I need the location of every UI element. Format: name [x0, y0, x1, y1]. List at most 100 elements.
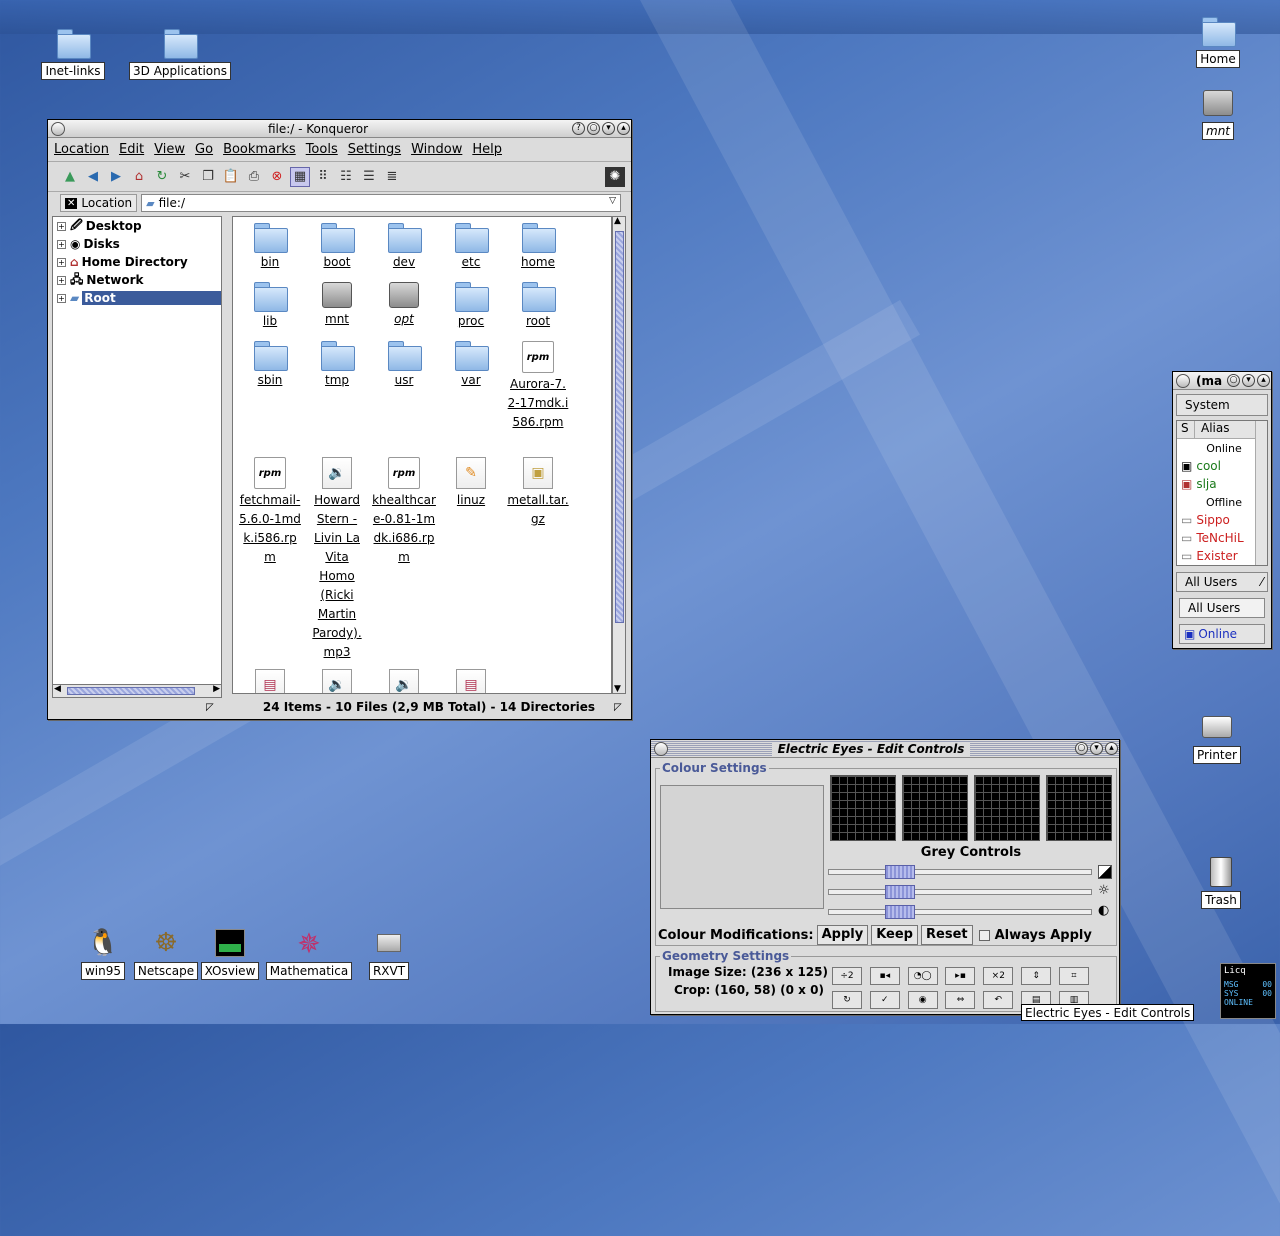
tree-horizontal-scrollbar[interactable]: ◀ ▶ [52, 684, 222, 698]
desktop-icon-printer[interactable]: Printer [1162, 710, 1272, 764]
print-icon[interactable]: ⎙ [244, 167, 264, 187]
file-item-home[interactable]: home [505, 223, 571, 272]
current-group-field[interactable]: All Users [1179, 598, 1265, 618]
kde-gear-icon[interactable]: ✺ [605, 166, 625, 187]
view-eye-icon[interactable]: ◉ [907, 991, 938, 1009]
scale-half-icon[interactable]: ÷2 [832, 967, 862, 985]
desktop-icon-trash[interactable]: Trash [1166, 855, 1276, 909]
help-button[interactable]: ? [572, 122, 585, 135]
file-item-boot[interactable]: boot [304, 223, 370, 272]
rotate-icon[interactable]: ◔◯ [907, 967, 938, 985]
menu-bookmarks[interactable]: Bookmarks [223, 142, 296, 157]
file-item-partial[interactable]: 🔉 [304, 669, 370, 693]
file-item-partial[interactable]: ▤ [438, 669, 504, 693]
up-arrow-icon[interactable]: ▲ [60, 167, 80, 187]
menu-window[interactable]: Window [411, 142, 462, 157]
tree-item-network[interactable]: + 🖧 Network [53, 271, 221, 289]
gamma-slider[interactable] [828, 865, 1092, 879]
menu-edit[interactable]: Edit [119, 142, 144, 157]
paste-icon[interactable]: 📋 [221, 167, 241, 187]
tree-item-disks[interactable]: + ◉ Disks [53, 235, 221, 253]
maximize-button[interactable]: ▴ [617, 122, 630, 135]
maximize-button[interactable]: ▴ [1104, 742, 1118, 755]
desktop-icon-mnt[interactable]: mnt [1163, 86, 1273, 140]
electric-eyes-titlebar[interactable]: Electric Eyes - Edit Controls ○ ▾ ▴ [651, 740, 1119, 758]
file-item-etc[interactable]: etc [438, 223, 504, 272]
konqueror-titlebar[interactable]: file:/ - Konqueror ? ○ ▾ ▴ [48, 120, 631, 138]
reset-button[interactable]: Reset [921, 925, 973, 945]
keep-button[interactable]: Keep [871, 925, 918, 945]
minimize-button[interactable]: ▾ [602, 122, 615, 135]
sticky-button[interactable]: ○ [1227, 374, 1240, 387]
group-dropdown[interactable]: All Users ⁄ [1176, 572, 1268, 592]
scale-up-icon[interactable]: ▸▪ [945, 967, 976, 985]
minimize-button[interactable]: ▾ [1242, 374, 1255, 387]
tree-view-icon[interactable]: ☷ [336, 167, 356, 187]
file-item-mnt[interactable]: mnt [304, 282, 370, 329]
contact-sippo[interactable]: ▭ Sippo [1177, 511, 1267, 529]
contact-tenchil[interactable]: ▭ TeNcHiL [1177, 529, 1267, 547]
files-vertical-scrollbar[interactable]: ▲ ▼ [612, 216, 626, 694]
desktop-icon-inet-links[interactable]: Inet-links [18, 26, 128, 80]
minimize-button[interactable]: ▾ [1089, 742, 1103, 755]
file-item-sbin[interactable]: sbin [237, 341, 303, 390]
apply-button[interactable]: Apply [816, 925, 869, 945]
menu-go[interactable]: Go [195, 142, 213, 157]
desktop-icon-3d-applications[interactable]: 3D Applications [125, 26, 235, 80]
always-apply-checkbox[interactable] [978, 929, 990, 941]
file-item-fetchmail-rpm[interactable]: rpm fetchmail- 5.6.0-1md k.i586.rp m [237, 457, 303, 567]
multicolumn-view-icon[interactable]: ⠿ [313, 167, 333, 187]
file-item-root[interactable]: root [505, 282, 571, 331]
dropdown-arrow-icon[interactable]: ▽ [609, 196, 616, 206]
file-item-partial[interactable]: ▤ [237, 669, 303, 693]
contrast-slider[interactable] [828, 905, 1092, 919]
resize-corner-icon[interactable]: ◸ [206, 702, 214, 713]
forward-arrow-icon[interactable]: ▶ [106, 167, 126, 187]
contact-slja[interactable]: ▣ slja [1177, 475, 1267, 493]
green-curve-grid[interactable] [974, 775, 1040, 841]
menu-location[interactable]: Location [54, 142, 109, 157]
licq-titlebar[interactable]: (ma ○ ▾ ▴ [1173, 372, 1271, 390]
file-item-bin[interactable]: bin [237, 223, 303, 272]
system-menu-button[interactable]: System [1176, 394, 1268, 416]
contact-cool[interactable]: ▣ cool [1177, 457, 1267, 475]
status-button[interactable]: ▣ Online [1179, 624, 1265, 644]
file-item-proc[interactable]: proc [438, 282, 504, 331]
flip-vertical-icon[interactable]: ⇕ [1021, 967, 1052, 985]
tree-item-root[interactable]: + ▰ Root [53, 289, 221, 307]
icon-view-icon[interactable]: ▦ [290, 166, 310, 187]
rotate-cw-icon[interactable]: ↻ [832, 991, 862, 1009]
crop-icon[interactable]: ⌗ [1058, 967, 1089, 985]
stop-icon[interactable]: ⊗ [267, 167, 287, 187]
sticky-button[interactable]: ○ [1074, 742, 1088, 755]
file-item-tmp[interactable]: tmp [304, 341, 370, 390]
blue-curve-grid[interactable] [1046, 775, 1112, 841]
file-item-metall-tgz[interactable]: ▣ metall.tar. gz [505, 457, 571, 529]
cut-icon[interactable]: ✂ [175, 167, 195, 187]
menu-help[interactable]: Help [472, 142, 502, 157]
back-arrow-icon[interactable]: ◀ [83, 167, 103, 187]
maximize-button[interactable]: ▴ [1257, 374, 1270, 387]
desktop-icon-rxvt[interactable]: RXVT [334, 926, 444, 980]
red-curve-grid[interactable] [902, 775, 968, 841]
desktop-icon-home[interactable]: Home [1163, 14, 1273, 68]
menu-tools[interactable]: Tools [306, 142, 338, 157]
file-item-linuz[interactable]: ✎ linuz [438, 457, 504, 510]
detailed-list-view-icon[interactable]: ☰ [359, 167, 379, 187]
file-item-partial[interactable]: 🔉 [371, 669, 437, 693]
home-icon[interactable]: ⌂ [129, 167, 149, 187]
location-input[interactable]: ▰ file:/ ▽ [141, 194, 621, 212]
brightness-slider[interactable] [828, 885, 1092, 899]
file-item-usr[interactable]: usr [371, 341, 437, 390]
file-item-howard-mp3[interactable]: 🔉 Howard Stern - Livin La Vita Homo (Ricki Mar… [304, 457, 370, 662]
copy-icon[interactable]: ❐ [198, 167, 218, 187]
tree-item-home[interactable]: + ⌂ Home Directory [53, 253, 221, 271]
sticky-button[interactable]: ○ [587, 122, 600, 135]
window-menu-button[interactable] [51, 121, 65, 136]
accept-icon[interactable]: ✓ [869, 991, 900, 1009]
tree-item-desktop[interactable]: + 🖉 Desktop [53, 217, 221, 235]
file-item-aurora-rpm[interactable]: rpm Aurora-7. 2-17mdk.i 586.rpm [505, 341, 571, 432]
clear-location-button[interactable]: ✕ Location [60, 194, 138, 212]
menu-settings[interactable]: Settings [348, 142, 401, 157]
reload-icon[interactable]: ↻ [152, 167, 172, 187]
